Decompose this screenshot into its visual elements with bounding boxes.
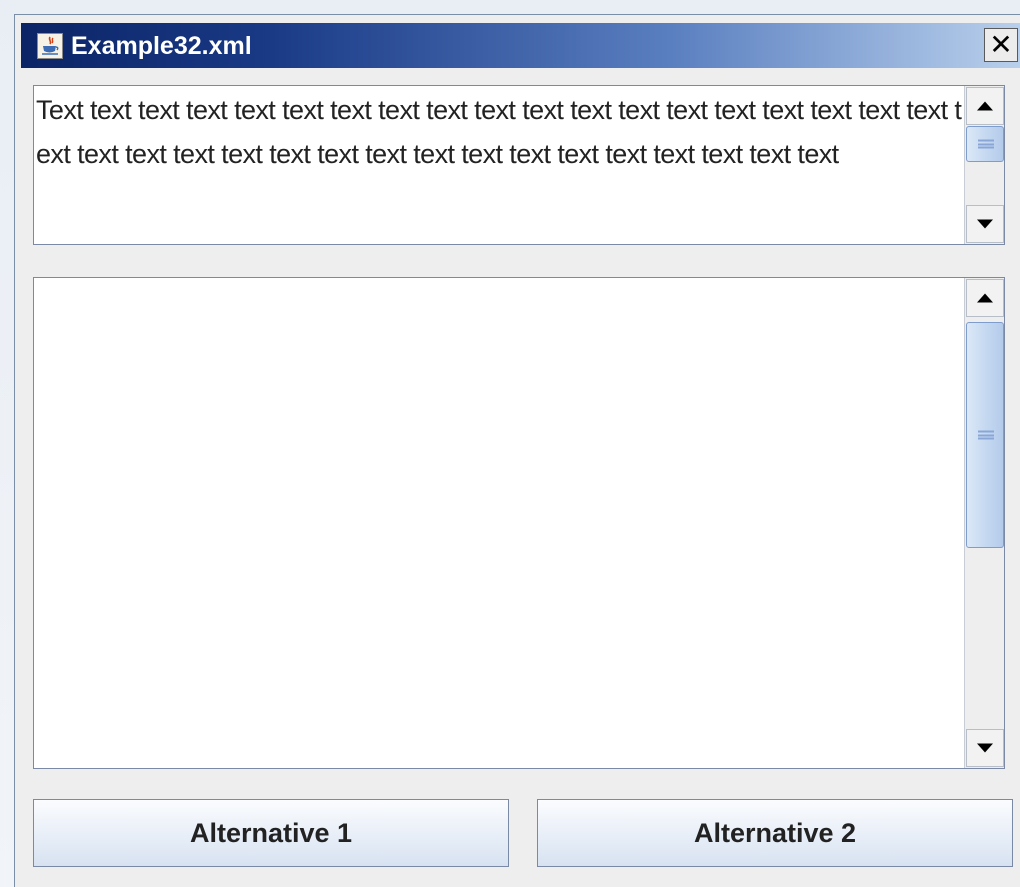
java-coffee-cup-icon	[37, 33, 63, 59]
arrow-up-icon	[977, 101, 993, 111]
bottom-vertical-scrollbar[interactable]	[964, 278, 1004, 768]
top-scroll-thumb[interactable]	[966, 126, 1004, 162]
grip-icon	[978, 139, 994, 149]
dialog-window: Example32.xml ✕ Text text text text text…	[14, 14, 1020, 887]
close-icon: ✕	[989, 29, 1013, 60]
bottom-text-scrollpane	[33, 277, 1005, 769]
top-vertical-scrollbar[interactable]	[964, 86, 1004, 244]
close-button[interactable]: ✕	[984, 28, 1018, 62]
bottom-scroll-up-button[interactable]	[966, 279, 1004, 317]
title-bar[interactable]: Example32.xml ✕	[21, 23, 1020, 68]
arrow-up-icon	[977, 293, 993, 303]
bottom-textarea[interactable]	[36, 280, 962, 766]
top-scroll-up-button[interactable]	[966, 87, 1004, 125]
window-title: Example32.xml	[71, 32, 252, 60]
arrow-down-icon	[977, 743, 993, 753]
top-scroll-down-button[interactable]	[966, 205, 1004, 243]
alternative-1-button[interactable]: Alternative 1	[33, 799, 509, 867]
grip-icon	[978, 430, 994, 440]
alternative-2-button[interactable]: Alternative 2	[537, 799, 1013, 867]
bottom-scroll-down-button[interactable]	[966, 729, 1004, 767]
top-text-scrollpane: Text text text text text text text text …	[33, 85, 1005, 245]
arrow-down-icon	[977, 219, 993, 229]
bottom-scroll-thumb[interactable]	[966, 322, 1004, 548]
top-textarea[interactable]: Text text text text text text text text …	[36, 88, 962, 242]
